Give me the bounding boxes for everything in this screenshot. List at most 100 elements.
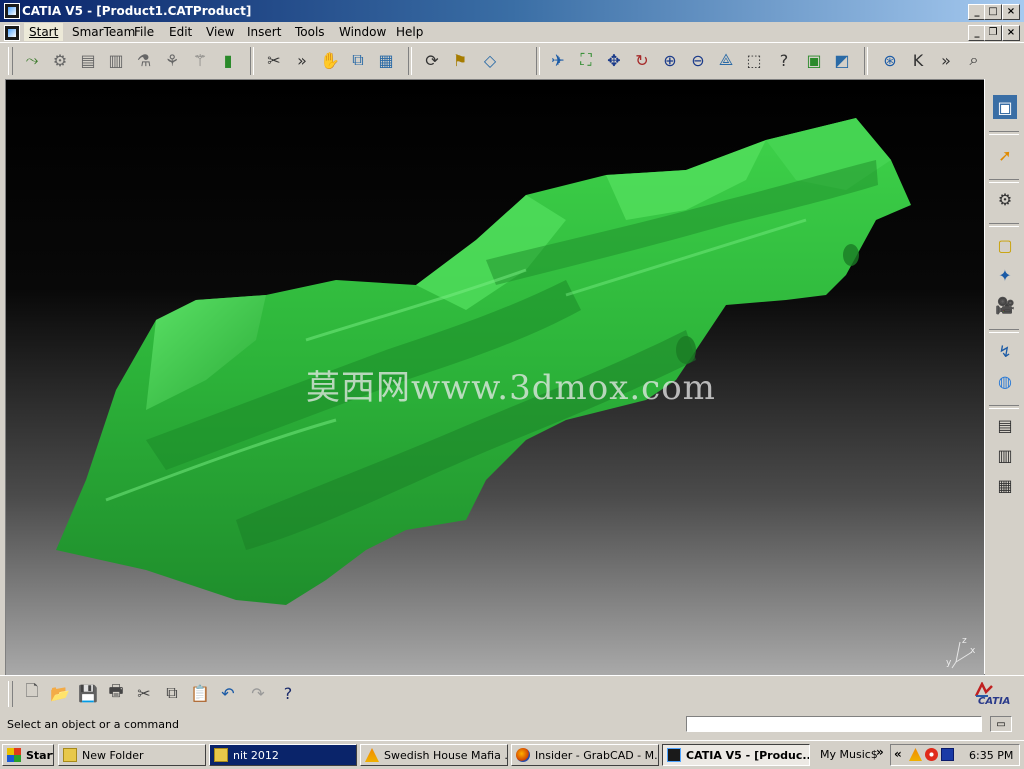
sketch-icon[interactable]: ◇ xyxy=(478,48,502,72)
normal-view-icon[interactable]: ⟁ xyxy=(714,48,738,72)
new-file-icon[interactable]: 🗋 xyxy=(20,681,44,705)
3d-viewport[interactable]: 莫西网www.3dmox.com z x y xyxy=(5,79,985,676)
iso-view-icon[interactable]: ⬚ xyxy=(742,48,766,72)
simulation-icon[interactable]: ↯ xyxy=(993,339,1017,363)
command-input[interactable] xyxy=(686,716,982,732)
product-icon[interactable]: ▤ xyxy=(76,48,100,72)
whats-this-help-icon[interactable]: ? xyxy=(276,681,300,705)
toolbar-separator xyxy=(989,405,1019,409)
open-folder-icon[interactable]: 📂 xyxy=(48,681,72,705)
vlc-tray-icon[interactable] xyxy=(909,748,922,761)
graph-tree-reordering-icon[interactable]: ⚚ xyxy=(188,48,212,72)
catalog-browser-icon[interactable]: ⚙ xyxy=(993,187,1017,211)
axis-compass[interactable]: z x y xyxy=(946,636,976,670)
taskbar-item-nit-2012[interactable]: nit 2012 xyxy=(209,744,357,766)
fast-multi-instantiation-icon[interactable]: ▦ xyxy=(374,48,398,72)
folder-icon xyxy=(63,748,77,762)
menu-view[interactable]: View xyxy=(206,25,234,39)
antivirus-tray-icon[interactable] xyxy=(925,748,938,761)
menu-insert[interactable]: Insert xyxy=(247,25,281,39)
zoom-out-icon[interactable]: ⊖ xyxy=(686,48,710,72)
toolbar-grip[interactable] xyxy=(8,681,13,707)
multi-instantiation-icon[interactable]: » xyxy=(290,48,314,72)
start-button[interactable]: Start xyxy=(2,744,54,766)
firefox-icon xyxy=(516,748,530,762)
camera-icon[interactable]: 🎥 xyxy=(993,293,1017,317)
explode-icon[interactable]: ✂ xyxy=(262,48,286,72)
menu-tools[interactable]: Tools xyxy=(295,25,325,39)
update-icon[interactable]: ⟳ xyxy=(420,48,444,72)
close-button[interactable]: × xyxy=(1002,4,1020,20)
power-input-toggle-icon[interactable]: ▭ xyxy=(990,716,1012,732)
menu-edit[interactable]: Edit xyxy=(169,25,192,39)
zoom-in-icon[interactable]: ⊕ xyxy=(658,48,682,72)
save-icon[interactable]: 💾 xyxy=(76,681,100,705)
select-arrow-icon[interactable]: ➚ xyxy=(993,143,1017,167)
taskbar-item-label: New Folder xyxy=(82,748,144,762)
taskbar-item-catia[interactable]: CATIA V5 - [Produc... xyxy=(662,744,810,766)
main-toolbar: ⤳ ⚙ ▤ ▥ ⚗ ⚘ ⚚ ▮ ✂ » ✋ ⧉ ▦ ⟳ ⚑ ◇ ✈ ⛶ ✥ ↻ … xyxy=(0,42,1024,79)
bounding-box-icon[interactable]: ▢ xyxy=(993,233,1017,257)
existing-component-icon[interactable]: ⚗ xyxy=(132,48,156,72)
print-icon[interactable]: 🖶 xyxy=(104,681,128,705)
previous-view-icon[interactable]: K xyxy=(906,48,930,72)
light-source-icon[interactable]: ✦ xyxy=(993,263,1017,287)
part-icon[interactable]: ▥ xyxy=(104,48,128,72)
copy-icon[interactable]: ⧉ xyxy=(160,681,184,705)
window-title-bar[interactable]: CATIA V5 - [Product1.CATProduct] _ □ × xyxy=(0,0,1024,22)
windows-taskbar: Start New Folder nit 2012 Swedish House … xyxy=(0,740,1024,769)
taskbar-item-new-folder[interactable]: New Folder xyxy=(58,744,206,766)
taskbar-item-swedish-house-mafia[interactable]: Swedish House Mafia ... xyxy=(360,744,508,766)
doc-restore-button[interactable]: ❐ xyxy=(984,25,1002,41)
maximize-button[interactable]: □ xyxy=(984,4,1002,20)
toolbar-separator xyxy=(989,179,1019,183)
swap-visible-space-icon[interactable]: ▣ xyxy=(802,48,826,72)
standard-toolbar: 🗋 📂 💾 🖶 ✂ ⧉ 📋 ↶ ↷ ? CATIA xyxy=(0,675,1024,714)
doc-close-button[interactable]: × xyxy=(1002,25,1020,41)
menu-smarteam[interactable]: SmarTeam xyxy=(72,25,135,39)
cut-icon[interactable]: ✂ xyxy=(132,681,156,705)
constraint-icon[interactable]: ⚑ xyxy=(448,48,472,72)
redo-icon[interactable]: ↷ xyxy=(246,681,270,705)
rotate-icon[interactable]: ↻ xyxy=(630,48,654,72)
taskbar-item-grabcad[interactable]: Insider - GrabCAD - M... xyxy=(511,744,659,766)
sequence-icon[interactable]: ▦ xyxy=(993,473,1017,497)
search-icon[interactable]: ⌕ xyxy=(962,48,986,72)
measure-icon[interactable]: ⊛ xyxy=(878,48,902,72)
next-view-icon[interactable]: » xyxy=(934,48,958,72)
component-icon[interactable]: ⚙ xyxy=(48,48,72,72)
hide-show-icon[interactable]: ? xyxy=(772,48,796,72)
replace-component-icon[interactable]: ⚘ xyxy=(160,48,184,72)
cylinder-icon[interactable]: ▮ xyxy=(216,48,240,72)
track-icon[interactable]: ▥ xyxy=(993,443,1017,467)
toolbar-expand-chevron-icon[interactable]: » xyxy=(876,745,884,759)
shading-icon[interactable]: ◩ xyxy=(830,48,854,72)
tray-expand-chevron-icon[interactable]: « xyxy=(894,747,902,761)
menu-file[interactable]: File xyxy=(134,25,154,39)
document-icon[interactable] xyxy=(4,25,20,41)
scene-icon[interactable]: ▤ xyxy=(993,413,1017,437)
catia-app-icon[interactable] xyxy=(4,3,20,19)
undo-icon[interactable]: ↶ xyxy=(216,681,240,705)
fly-mode-icon[interactable]: ✈ xyxy=(546,48,570,72)
toolbar-separator xyxy=(864,47,868,75)
snap-icon[interactable]: ⧉ xyxy=(346,48,370,72)
menu-window[interactable]: Window xyxy=(339,25,386,39)
network-tray-icon[interactable] xyxy=(941,748,954,761)
sphere-icon[interactable]: ◍ xyxy=(993,369,1017,393)
menu-start[interactable]: Start xyxy=(24,23,64,41)
toolbar-separator xyxy=(250,47,254,75)
pan-icon[interactable]: ✥ xyxy=(602,48,626,72)
assembly-workbench-icon[interactable]: ▣ xyxy=(993,95,1017,119)
menu-bar: Start SmarTeam File Edit View Insert Too… xyxy=(0,22,1024,42)
start-label: Start xyxy=(26,748,53,762)
catia-logo: CATIA xyxy=(970,682,1018,708)
menu-help[interactable]: Help xyxy=(396,25,423,39)
quick-launch-my-music[interactable]: My Music$ xyxy=(820,748,878,761)
manipulation-icon[interactable]: ✋ xyxy=(318,48,342,72)
toolbar-grip[interactable] xyxy=(8,47,13,75)
fit-all-in-icon[interactable]: ⛶ xyxy=(574,48,598,72)
paste-icon[interactable]: 📋 xyxy=(188,681,212,705)
product-structure-icon[interactable]: ⤳ xyxy=(20,48,44,72)
clock[interactable]: 6:35 PM xyxy=(969,749,1013,762)
